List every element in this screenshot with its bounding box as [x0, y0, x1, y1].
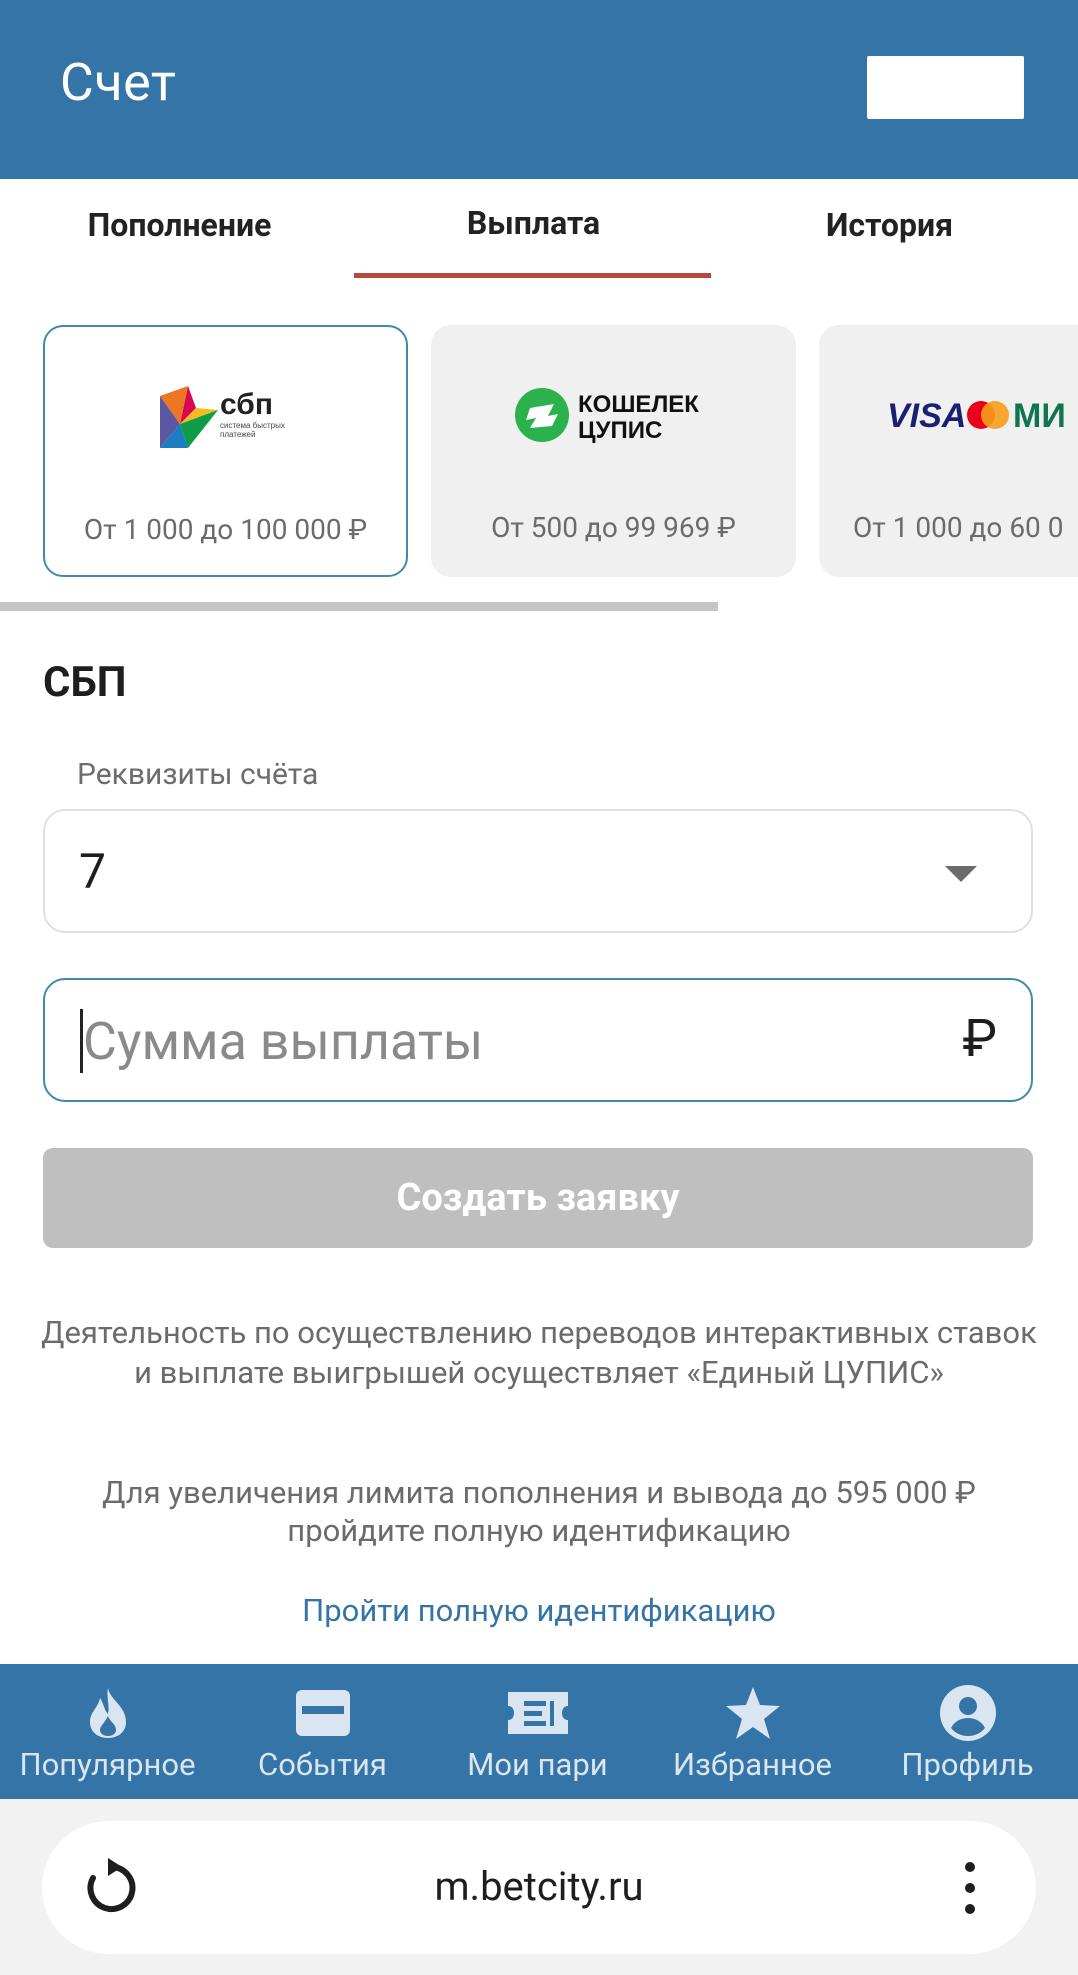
method-card-bank-cards[interactable]: VISA МИ От 1 000 до 60 0	[819, 325, 1078, 577]
star-icon	[721, 1684, 785, 1742]
full-identification-link[interactable]: Пройти полную идентификацию	[0, 1592, 1078, 1629]
account-details-select[interactable]: 7	[43, 809, 1033, 933]
nav-profile[interactable]: Профиль	[860, 1664, 1075, 1799]
browser-toolbar: m.betcity.ru	[0, 1799, 1078, 1975]
profile-icon	[936, 1684, 1000, 1742]
payment-methods-carousel[interactable]: сбп система быстрых платежей От 1 000 до…	[0, 320, 1078, 580]
svg-text:КОШЕЛЕК: КОШЕЛЕК	[578, 391, 699, 418]
account-details-label: Реквизиты счёта	[77, 757, 319, 792]
amount-field[interactable]: ₽	[43, 978, 1033, 1102]
method-range: От 1 000 до 100 000 ₽	[83, 513, 368, 546]
svg-text:VISA: VISA	[887, 397, 966, 435]
more-vert-icon[interactable]	[964, 1861, 976, 1915]
cupis-wallet-logo: КОШЕЛЕК ЦУПИС	[431, 375, 796, 455]
svg-text:сбп: сбп	[220, 388, 273, 421]
svg-text:система быстрых: система быстрых	[220, 421, 285, 430]
nav-events[interactable]: События	[215, 1664, 430, 1799]
nav-label: Избранное	[673, 1746, 832, 1783]
balance-badge[interactable]	[867, 56, 1024, 119]
url-text[interactable]: m.betcity.ru	[42, 1863, 1036, 1910]
nav-label: Популярное	[19, 1746, 196, 1783]
nav-label: Мои пари	[467, 1746, 608, 1783]
account-details-value: 7	[79, 843, 106, 900]
bank-cards-logo: VISA МИ	[819, 375, 1078, 455]
card-icon	[291, 1684, 355, 1742]
create-request-button[interactable]: Создать заявку	[43, 1148, 1033, 1248]
method-title: СБП	[43, 658, 127, 707]
bottom-navigation: Популярное События Мои пари Избранное Пр…	[0, 1664, 1078, 1799]
svg-text:платежей: платежей	[220, 430, 255, 439]
nav-my-bets[interactable]: Мои пари	[430, 1664, 645, 1799]
app-header: Счет	[0, 0, 1078, 179]
tab-history[interactable]: История	[710, 179, 1069, 279]
method-range: От 500 до 99 969 ₽	[491, 511, 736, 544]
account-tabs: Пополнение Выплата История	[0, 179, 1078, 279]
nav-popular[interactable]: Популярное	[0, 1664, 215, 1799]
tab-withdrawal[interactable]: Выплата	[354, 179, 713, 279]
svg-text:ЦУПИС: ЦУПИС	[578, 417, 662, 444]
tab-deposit[interactable]: Пополнение	[0, 179, 359, 279]
svg-text:МИ: МИ	[1013, 397, 1066, 435]
sbp-logo: сбп система быстрых платежей	[45, 377, 406, 457]
address-bar[interactable]: m.betcity.ru	[42, 1821, 1036, 1954]
flame-icon	[76, 1684, 140, 1742]
nav-label: Профиль	[901, 1746, 1034, 1783]
method-range: От 1 000 до 60 0	[853, 511, 1064, 544]
chevron-down-icon	[945, 866, 977, 882]
method-card-sbp[interactable]: сбп система быстрых платежей От 1 000 до…	[43, 325, 408, 577]
carousel-scrollbar[interactable]	[0, 602, 718, 611]
method-card-cupis-wallet[interactable]: КОШЕЛЕК ЦУПИС От 500 до 99 969 ₽	[431, 325, 796, 577]
page-title: Счет	[60, 52, 177, 113]
legal-notice: Деятельность по осуществлению переводов …	[41, 1314, 1037, 1391]
nav-favorites[interactable]: Избранное	[645, 1664, 860, 1799]
active-tab-indicator	[354, 273, 711, 278]
limit-notice: Для увеличения лимита пополнения и вывод…	[102, 1474, 976, 1549]
nav-label: События	[258, 1746, 387, 1783]
amount-input[interactable]	[83, 996, 883, 1086]
ruble-icon: ₽	[962, 1008, 997, 1069]
ticket-icon	[506, 1684, 570, 1742]
